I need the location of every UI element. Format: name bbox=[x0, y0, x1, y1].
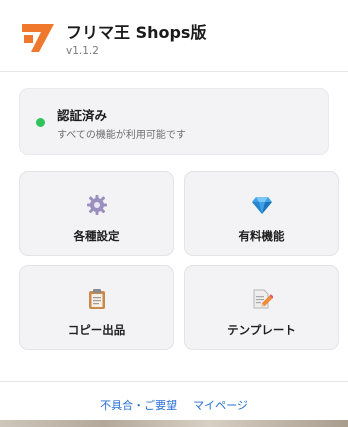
settings-label: 各種設定 bbox=[73, 229, 120, 243]
template-label: テンプレート bbox=[227, 323, 296, 337]
template-button[interactable]: テンプレート bbox=[184, 265, 339, 350]
app-title: フリマ王 Shops版 bbox=[66, 23, 207, 42]
feedback-link[interactable]: 不具合・ご要望 bbox=[100, 397, 177, 413]
paid-features-label: 有料機能 bbox=[238, 229, 285, 243]
auth-status-card: 認証済み すべての機能が利用可能です bbox=[19, 88, 329, 155]
diamond-icon bbox=[185, 194, 338, 216]
background-page-strip bbox=[0, 420, 348, 427]
copy-listing-button[interactable]: コピー出品 bbox=[19, 265, 174, 350]
settings-button[interactable]: 各種設定 bbox=[19, 171, 174, 256]
status-dot-icon bbox=[36, 118, 45, 127]
app-logo-icon bbox=[22, 24, 54, 52]
auth-status-title: 認証済み bbox=[57, 108, 108, 123]
popup-window: フリマ王 Shops版 v1.1.2 認証済み すべての機能が利用可能です 各種… bbox=[0, 0, 348, 427]
paid-features-button[interactable]: 有料機能 bbox=[184, 171, 339, 256]
app-version: v1.1.2 bbox=[66, 45, 99, 57]
header: フリマ王 Shops版 v1.1.2 bbox=[0, 0, 348, 72]
mypage-link[interactable]: マイページ bbox=[193, 397, 248, 413]
gear-icon bbox=[20, 194, 173, 216]
auth-status-subtitle: すべての機能が利用可能です bbox=[57, 130, 186, 141]
clipboard-icon bbox=[20, 288, 173, 310]
footer-links: 不具合・ご要望 マイページ bbox=[0, 397, 348, 413]
copy-listing-label: コピー出品 bbox=[67, 323, 126, 337]
document-pencil-icon bbox=[185, 288, 338, 310]
